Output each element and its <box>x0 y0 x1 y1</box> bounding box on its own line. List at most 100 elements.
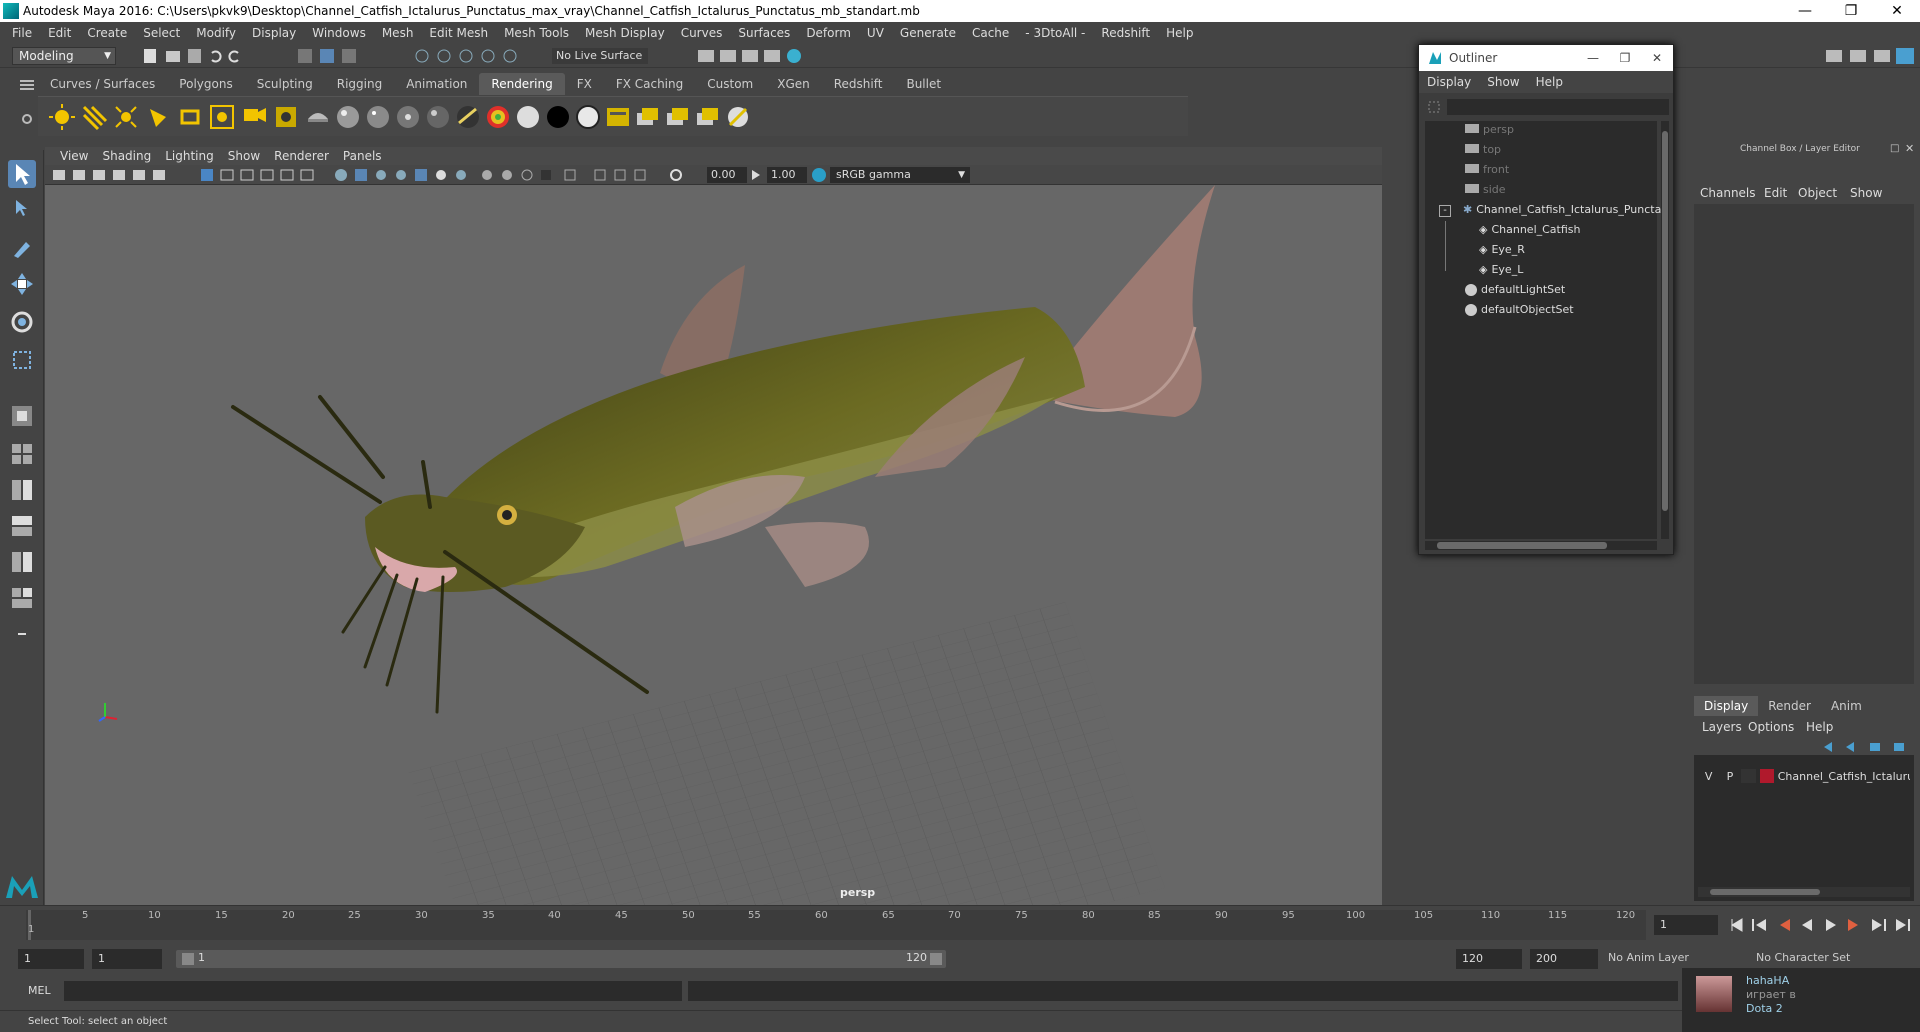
gamma-field[interactable]: 1.00 <box>767 167 807 183</box>
four-view-layout-icon[interactable] <box>8 440 36 468</box>
use-background-icon[interactable] <box>574 103 602 131</box>
rotate-tool-icon[interactable] <box>8 308 36 336</box>
shelf-tab-fx-caching[interactable]: FX Caching <box>604 73 695 95</box>
shelf-tab-rendering[interactable]: Rendering <box>479 73 565 95</box>
shelf-tab-animation[interactable]: Animation <box>394 73 479 95</box>
character-set-dropdown[interactable]: No Character Set <box>1756 951 1850 964</box>
shelf-tab-redshift[interactable]: Redshift <box>822 73 895 95</box>
spot-light-icon[interactable] <box>144 103 172 131</box>
channel-menu-channels[interactable]: Channels <box>1700 186 1756 200</box>
range-end-handle[interactable] <box>930 953 942 965</box>
outliner-item-group[interactable]: - ✱ Channel_Catfish_Ictalurus_Punctat <box>1439 201 1666 219</box>
shelf-tab-curves-surfaces[interactable]: Curves / Surfaces <box>38 73 167 95</box>
render-view-shelf-icon[interactable] <box>634 103 662 131</box>
menu-curves[interactable]: Curves <box>673 26 731 40</box>
menu-help[interactable]: Help <box>1158 26 1201 40</box>
two-view-layout-icon[interactable] <box>8 476 36 504</box>
animation-start-field[interactable]: 1 <box>18 949 84 969</box>
outliner-layout-icon[interactable] <box>8 512 36 540</box>
layer-menu-options[interactable]: Options <box>1748 720 1794 734</box>
playback-end-field[interactable]: 120 <box>1456 949 1522 969</box>
layer-playback-toggle[interactable]: P <box>1719 770 1740 783</box>
paint-select-tool-icon[interactable] <box>8 234 36 262</box>
outliner-hscrollbar[interactable] <box>1425 541 1657 550</box>
layer-row[interactable]: V P Channel_Catfish_Ictaluru <box>1698 767 1910 785</box>
playback-start-field[interactable]: 1 <box>92 949 162 969</box>
directional-light-icon[interactable] <box>80 103 108 131</box>
shelf-tab-custom[interactable]: Custom <box>695 73 765 95</box>
outliner-item-side[interactable]: side <box>1465 181 1506 199</box>
anim-layer-dropdown[interactable]: No Anim Layer <box>1608 951 1689 964</box>
layer-action-icons[interactable] <box>1820 740 1916 754</box>
menu-select[interactable]: Select <box>135 26 188 40</box>
menu-generate[interactable]: Generate <box>892 26 964 40</box>
lasso-tool-icon[interactable] <box>8 196 36 224</box>
layer-tab-anim[interactable]: Anim <box>1821 696 1872 716</box>
single-view-layout-icon[interactable] <box>8 402 36 430</box>
vp-menu-lighting[interactable]: Lighting <box>158 149 221 163</box>
batch-render-icon[interactable] <box>694 103 722 131</box>
color-management-icon[interactable] <box>811 167 827 183</box>
surface-shader-black-icon[interactable] <box>544 103 572 131</box>
blinn-material-icon[interactable] <box>334 103 362 131</box>
camera-create-icon[interactable] <box>240 103 268 131</box>
current-frame-field[interactable]: 1 <box>1654 915 1718 935</box>
render-settings-shelf-icon[interactable] <box>604 103 632 131</box>
outliner-item-default-light-set[interactable]: defaultLightSet <box>1465 281 1565 299</box>
ambient-light-icon[interactable] <box>48 103 76 131</box>
menu-edit-mesh[interactable]: Edit Mesh <box>421 26 496 40</box>
channel-menu-edit[interactable]: Edit <box>1764 186 1787 200</box>
outliner-item-front[interactable]: front <box>1465 161 1509 179</box>
viewport-toolbar-icons[interactable] <box>51 167 721 183</box>
mode-dropdown[interactable]: Modeling ▼ <box>12 47 116 65</box>
shelf-tab-rigging[interactable]: Rigging <box>325 73 394 95</box>
collapse-toggle-icon[interactable]: - <box>1439 205 1451 217</box>
menu-create[interactable]: Create <box>79 26 135 40</box>
graph-layout-icon[interactable] <box>8 548 36 576</box>
vp-menu-show[interactable]: Show <box>221 149 267 163</box>
camera-aim-icon[interactable] <box>272 103 300 131</box>
menu-surfaces[interactable]: Surfaces <box>730 26 798 40</box>
scale-tool-icon[interactable] <box>8 346 36 374</box>
menu-deform[interactable]: Deform <box>798 26 859 40</box>
workspace-icons[interactable] <box>1820 47 1916 65</box>
menu-redshift[interactable]: Redshift <box>1093 26 1158 40</box>
phonge-material-icon[interactable] <box>394 103 422 131</box>
range-bar[interactable]: 1 120 <box>176 950 946 968</box>
shelf-tab-fx[interactable]: FX <box>565 73 604 95</box>
layer-tab-render[interactable]: Render <box>1758 696 1821 716</box>
outliner-item-eye-r[interactable]: ◈ Eye_R <box>1479 241 1525 259</box>
gamma-icon[interactable] <box>749 167 763 183</box>
layer-display-type[interactable] <box>1740 769 1757 783</box>
channel-box-body[interactable] <box>1694 204 1914 684</box>
shelf-settings-icon[interactable] <box>20 112 34 126</box>
outliner-minimize-button[interactable]: — <box>1577 51 1609 65</box>
point-light-icon[interactable] <box>112 103 140 131</box>
menu-mesh[interactable]: Mesh <box>374 26 422 40</box>
shelf-tab-polygons[interactable]: Polygons <box>167 73 244 95</box>
shelf-tab-xgen[interactable]: XGen <box>765 73 822 95</box>
shelf-tab-sculpting[interactable]: Sculpting <box>245 73 325 95</box>
outliner-close-button[interactable]: ✕ <box>1641 51 1673 65</box>
layer-menu-help[interactable]: Help <box>1806 720 1833 734</box>
status-toolbar-icons[interactable] <box>138 47 538 65</box>
render-toolbar-icons[interactable] <box>694 47 814 65</box>
live-surface-field[interactable]: No Live Surface <box>552 48 648 64</box>
ipr-render-shelf-icon[interactable] <box>664 103 692 131</box>
outliner-filter-icon[interactable] <box>1427 100 1441 114</box>
animation-end-field[interactable]: 200 <box>1530 949 1598 969</box>
vp-menu-shading[interactable]: Shading <box>95 149 158 163</box>
persp-outliner-layout-icon[interactable] <box>8 584 36 612</box>
exposure-field[interactable]: 0.00 <box>707 167 747 183</box>
channel-menu-show[interactable]: Show <box>1850 186 1882 200</box>
menu-mesh-tools[interactable]: Mesh Tools <box>496 26 577 40</box>
phong-material-icon[interactable] <box>364 103 392 131</box>
vp-menu-view[interactable]: View <box>53 149 95 163</box>
surface-shader-white-icon[interactable] <box>514 103 542 131</box>
outliner-maximize-button[interactable]: ❐ <box>1609 51 1641 65</box>
layer-visibility-toggle[interactable]: V <box>1698 770 1719 783</box>
panel-float-icon[interactable]: □ <box>1890 143 1899 154</box>
menu-3dtoall[interactable]: - 3DtoAll - <box>1017 26 1093 40</box>
outliner-menu-help[interactable]: Help <box>1528 75 1571 89</box>
menu-modify[interactable]: Modify <box>188 26 244 40</box>
